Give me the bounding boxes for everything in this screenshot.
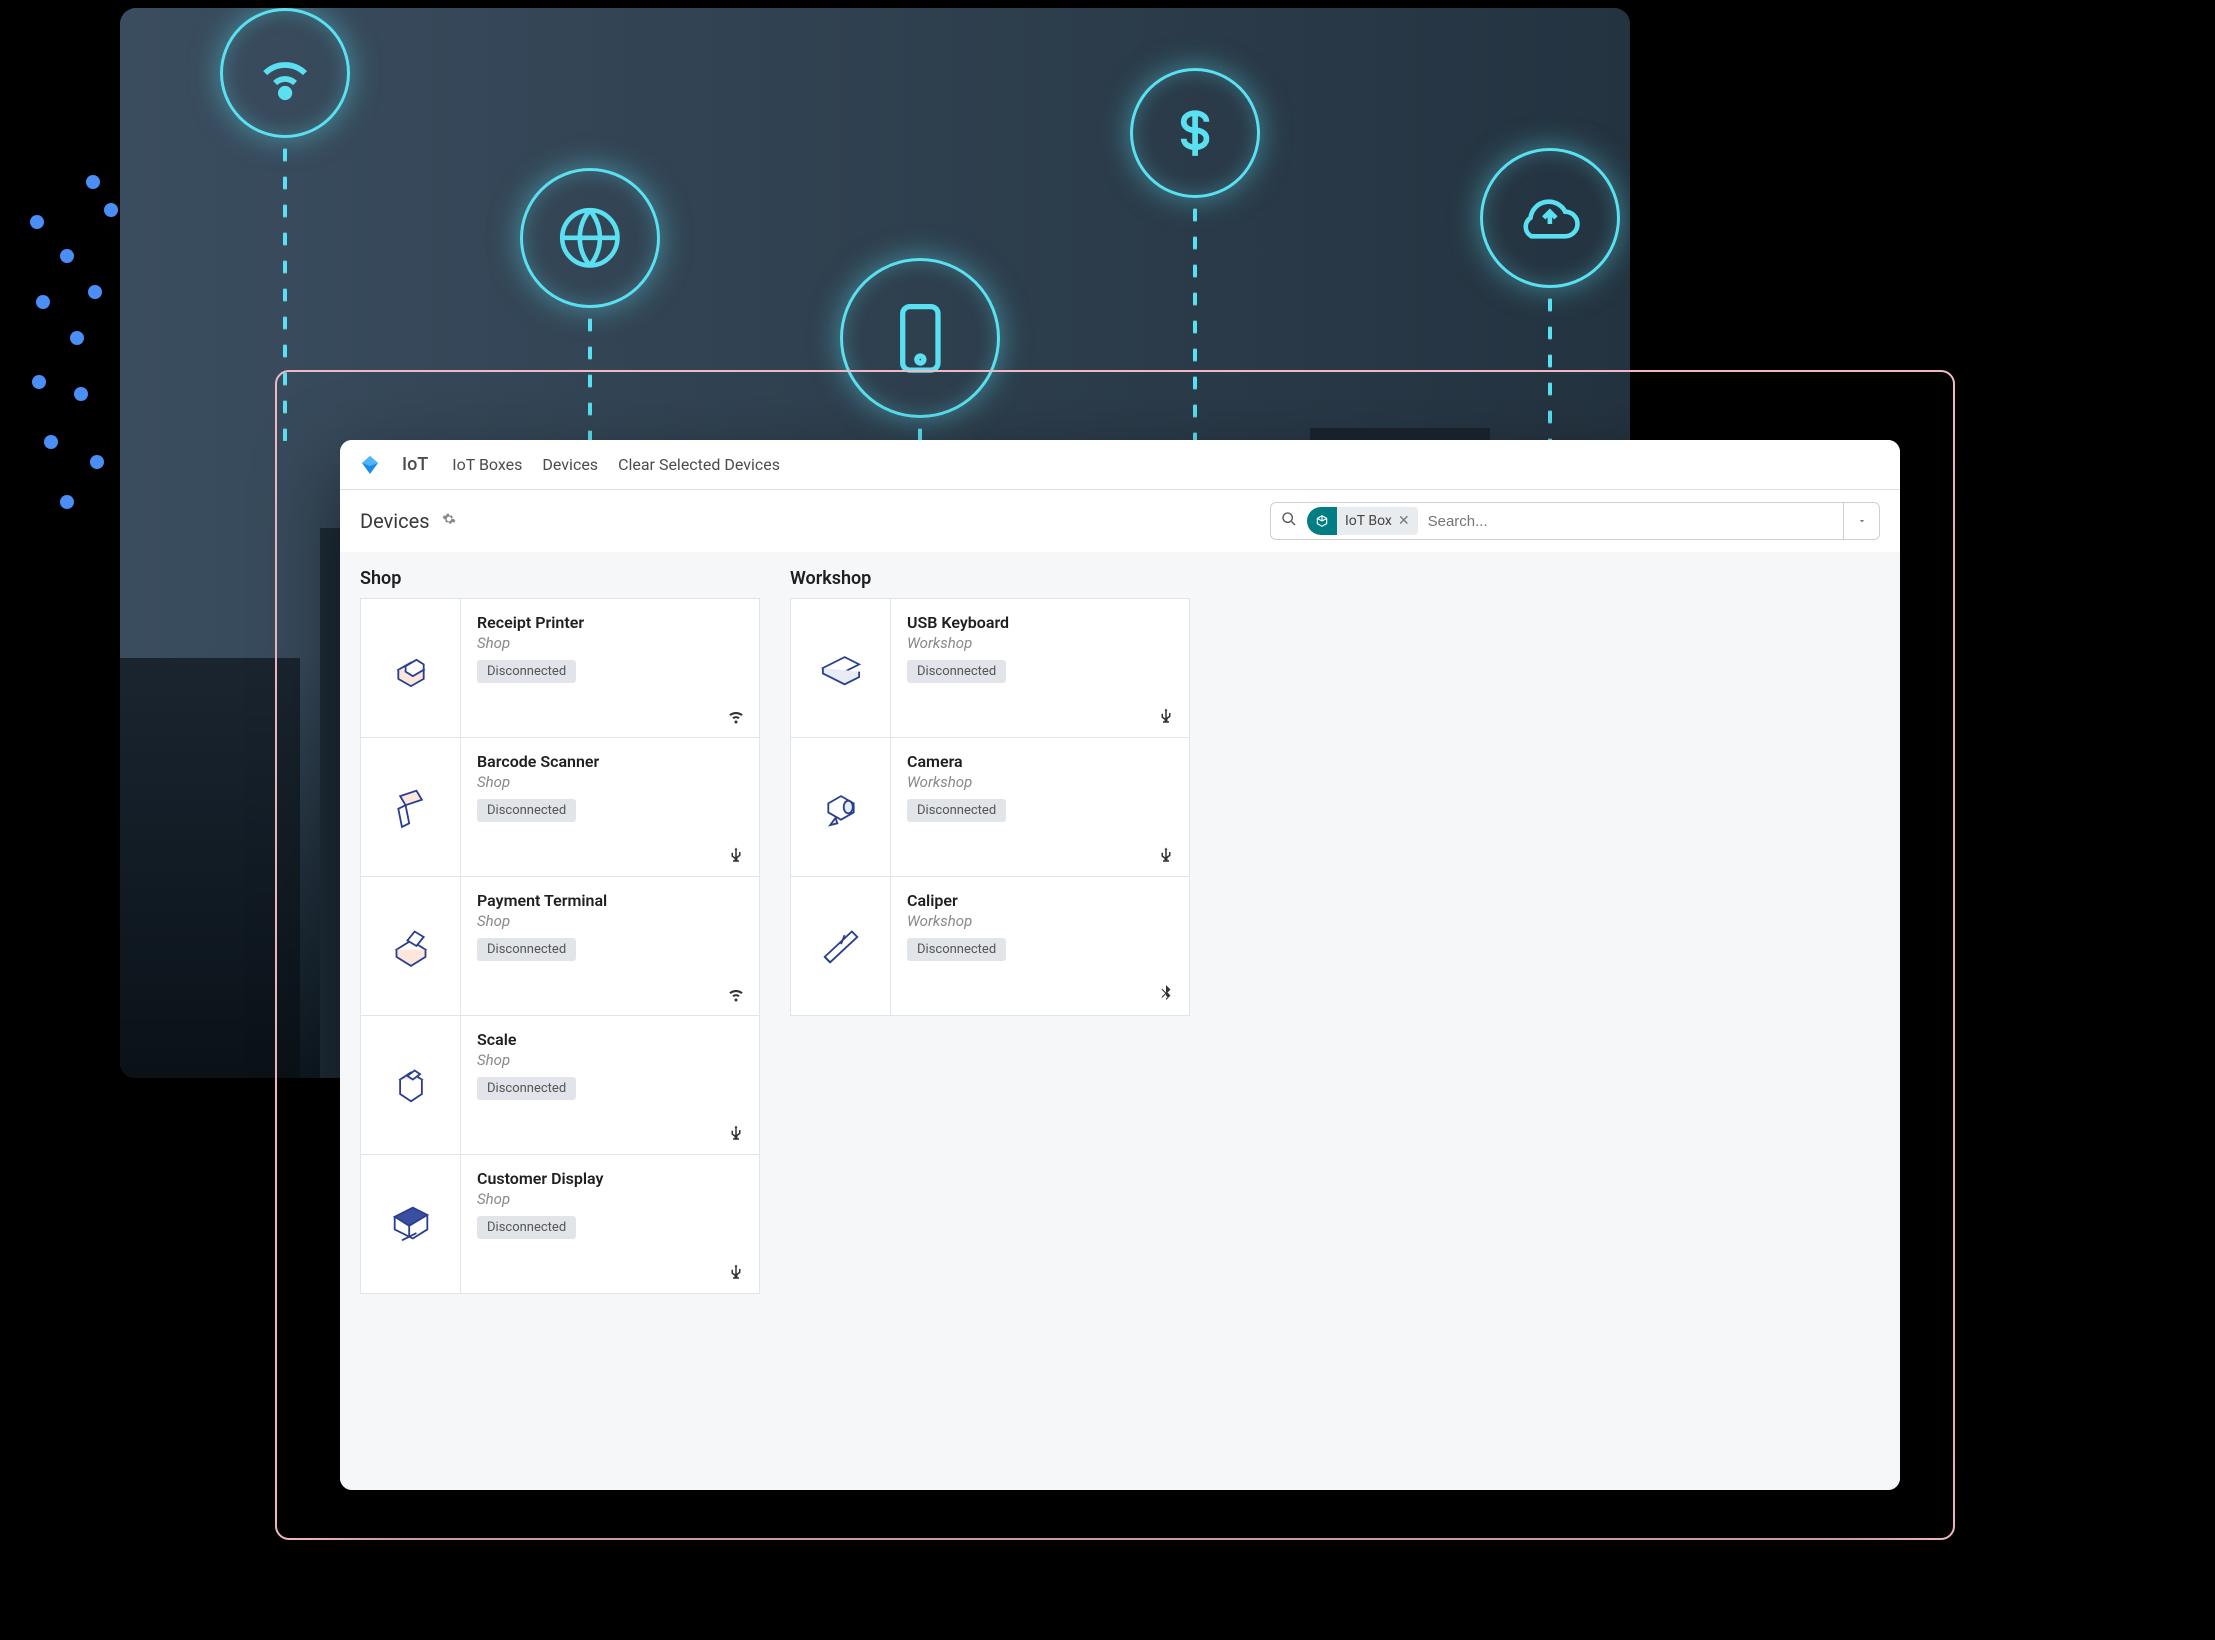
subbar: Devices IoT Box ✕ <box>340 490 1900 552</box>
device-card[interactable]: Payment Terminal Shop Disconnected <box>360 876 760 1016</box>
device-location: Shop <box>477 1051 743 1069</box>
scale-icon <box>361 1016 461 1154</box>
device-name: Caliper <box>907 891 1173 910</box>
globe-glow-icon <box>520 168 660 308</box>
wifi-icon <box>727 707 745 725</box>
filter-chip-label: IoT Box ✕ <box>1337 507 1418 535</box>
device-location: Shop <box>477 634 743 652</box>
device-card[interactable]: Barcode Scanner Shop Disconnected <box>360 737 760 877</box>
search-icon[interactable] <box>1271 511 1307 531</box>
device-card-body: Caliper Workshop Disconnected <box>891 877 1189 1015</box>
content-area: ShopReceipt PrinterShopDisconnectedBarco… <box>340 552 1900 1490</box>
usb-icon <box>727 846 745 864</box>
device-name: Customer Display <box>477 1169 743 1188</box>
device-name: Camera <box>907 752 1173 771</box>
device-card-body: USB Keyboard Workshop Disconnected <box>891 599 1189 737</box>
usb-icon <box>1157 846 1175 864</box>
device-location: Workshop <box>907 773 1173 791</box>
device-card[interactable]: USB Keyboard Workshop Disconnected <box>790 598 1190 738</box>
device-location: Shop <box>477 1190 743 1208</box>
device-card-body: Scale Shop Disconnected <box>461 1016 759 1154</box>
printer-icon <box>361 599 461 737</box>
search-input[interactable] <box>1418 503 1843 539</box>
nav-clear-selected[interactable]: Clear Selected Devices <box>618 455 780 474</box>
device-column: Workshop USB Keyboard Workshop Disconnected… <box>790 568 1190 1016</box>
usb-icon <box>727 1263 745 1281</box>
column-title: Workshop <box>790 568 1190 589</box>
device-location: Workshop <box>907 634 1173 652</box>
device-location: Workshop <box>907 912 1173 930</box>
device-name: Receipt Printer <box>477 613 743 632</box>
status-badge: Disconnected <box>477 1077 576 1100</box>
wifi-glow-icon <box>220 8 350 138</box>
device-name: Payment Terminal <box>477 891 743 910</box>
device-location: Shop <box>477 912 743 930</box>
app-window: IoT IoT Boxes Devices Clear Selected Dev… <box>340 440 1900 1490</box>
device-name: Barcode Scanner <box>477 752 743 771</box>
device-card[interactable]: Scale Shop Disconnected <box>360 1015 760 1155</box>
keyboard-icon <box>791 599 891 737</box>
dollar-glow-icon <box>1130 68 1260 198</box>
status-badge: Disconnected <box>907 799 1006 822</box>
bluetooth-icon <box>1157 985 1175 1003</box>
device-location: Shop <box>477 773 743 791</box>
usb-icon <box>727 1124 745 1142</box>
status-badge: Disconnected <box>477 660 576 683</box>
status-badge: Disconnected <box>477 799 576 822</box>
camera-icon <box>791 738 891 876</box>
device-card-body: Receipt Printer Shop Disconnected <box>461 599 759 737</box>
terminal-icon <box>361 877 461 1015</box>
wifi-icon <box>727 985 745 1003</box>
scanner-icon <box>361 738 461 876</box>
column-title: Shop <box>360 568 760 589</box>
device-card[interactable]: Caliper Workshop Disconnected <box>790 876 1190 1016</box>
device-name: Scale <box>477 1030 743 1049</box>
topbar: IoT IoT Boxes Devices Clear Selected Dev… <box>340 440 1900 490</box>
device-name: USB Keyboard <box>907 613 1173 632</box>
caliper-icon <box>791 877 891 1015</box>
filter-chip-remove[interactable]: ✕ <box>1398 513 1410 529</box>
device-card[interactable]: Receipt Printer Shop Disconnected <box>360 598 760 738</box>
display-icon <box>361 1155 461 1293</box>
status-badge: Disconnected <box>907 660 1006 683</box>
search-bar: IoT Box ✕ <box>1270 502 1880 540</box>
cloud-glow-icon <box>1480 148 1620 288</box>
gear-icon[interactable] <box>442 512 456 530</box>
page-title: Devices <box>360 509 430 533</box>
app-title: IoT <box>402 454 428 475</box>
nav-devices[interactable]: Devices <box>542 455 598 474</box>
device-card-body: Barcode Scanner Shop Disconnected <box>461 738 759 876</box>
device-card-body: Camera Workshop Disconnected <box>891 738 1189 876</box>
status-badge: Disconnected <box>477 938 576 961</box>
usb-icon <box>1157 707 1175 725</box>
device-card[interactable]: Customer Display Shop Disconnected <box>360 1154 760 1294</box>
device-column: ShopReceipt PrinterShopDisconnectedBarco… <box>360 568 760 1294</box>
device-card-body: Payment Terminal Shop Disconnected <box>461 877 759 1015</box>
nav-iot-boxes[interactable]: IoT Boxes <box>452 455 522 474</box>
status-badge: Disconnected <box>907 938 1006 961</box>
device-card-body: Customer Display Shop Disconnected <box>461 1155 759 1293</box>
search-options-dropdown[interactable] <box>1843 503 1879 539</box>
status-badge: Disconnected <box>477 1216 576 1239</box>
app-logo-icon <box>358 453 382 477</box>
filter-chip[interactable] <box>1307 507 1337 535</box>
device-card[interactable]: Camera Workshop Disconnected <box>790 737 1190 877</box>
